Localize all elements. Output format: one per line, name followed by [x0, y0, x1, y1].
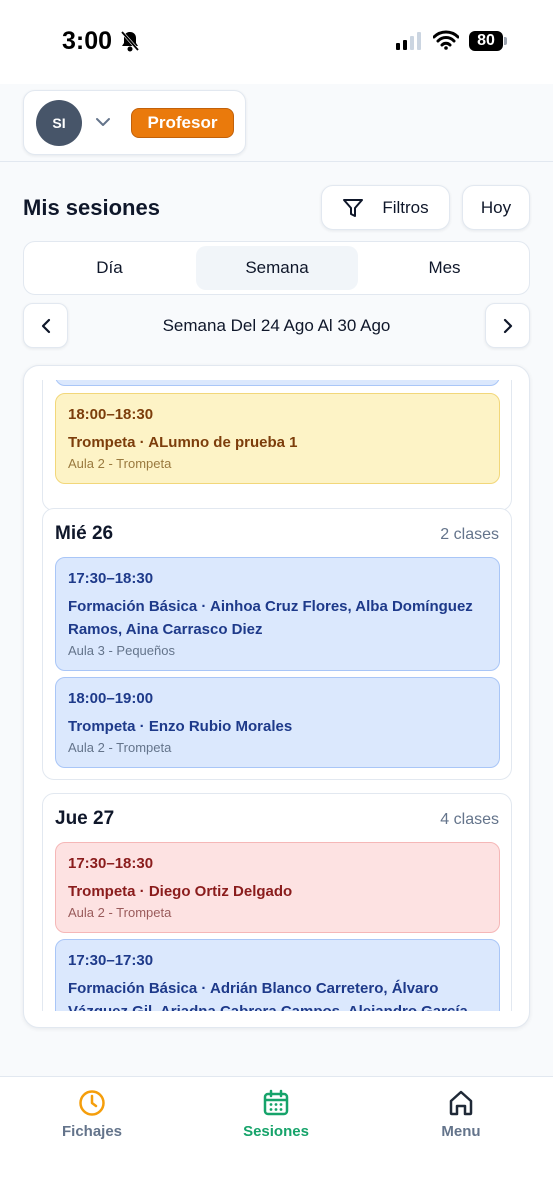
tab-menu[interactable]: Menu	[369, 1089, 553, 1149]
tab-sesiones[interactable]: Sesiones	[184, 1089, 368, 1149]
page-title: Mis sesiones	[23, 195, 160, 220]
bell-off-icon	[120, 31, 140, 52]
session-time: 18:00–19:00	[68, 690, 154, 707]
user-switcher[interactable]: SI Profesor	[23, 90, 246, 155]
day-card-thursday: Jue 27 4 clases 17:30–18:30 Trompeta · D…	[42, 793, 512, 1011]
app-header: SI Profesor	[0, 84, 553, 162]
session-time: 17:30–17:30	[68, 952, 154, 969]
tab-week[interactable]: Semana	[196, 246, 358, 290]
week-range-label: Semana Del 24 Ago Al 30 Ago	[162, 316, 391, 335]
battery-level: 80	[477, 32, 495, 49]
day-card-tuesday: 18:00–18:30 Trompeta · ALumno de prueba …	[42, 380, 512, 511]
sessions-panel[interactable]: 18:00–18:30 Trompeta · ALumno de prueba …	[23, 365, 530, 1028]
session-card[interactable]: 17:30–17:30 Formación Básica · Adrián Bl…	[55, 939, 500, 1011]
tab-month[interactable]: Mes	[362, 246, 527, 290]
session-room: Aula 2 - Trompeta	[68, 456, 172, 471]
calendar-icon	[263, 1089, 289, 1116]
session-card[interactable]: 18:00–19:00 Trompeta · Enzo Rubio Morale…	[55, 677, 500, 768]
chevron-down-icon[interactable]	[95, 114, 111, 130]
chevron-left-icon	[41, 318, 50, 333]
status-time: 3:00	[62, 27, 113, 55]
filters-button[interactable]: Filtros	[321, 185, 450, 230]
day-title: Jue 27	[55, 808, 115, 829]
tab-label: Sesiones	[243, 1123, 309, 1140]
tab-label: Menu	[441, 1123, 481, 1140]
session-description: Formación Básica · Adrián Blanco Carrete…	[68, 980, 468, 1011]
bottom-navigation: Fichajes Sesiones Menu	[0, 1076, 553, 1200]
previous-week-button[interactable]	[23, 303, 68, 348]
home-icon	[449, 1090, 473, 1116]
session-description: Trompeta · Diego Ortiz Delgado	[68, 883, 293, 900]
session-time: 18:00–18:30	[68, 406, 154, 423]
next-week-button[interactable]	[485, 303, 530, 348]
tab-label: Fichajes	[61, 1123, 123, 1140]
today-button[interactable]: Hoy	[462, 185, 530, 230]
session-card[interactable]: 17:30–18:30 Formación Básica · Ainhoa Cr…	[55, 557, 500, 671]
day-title: Mié 26	[55, 523, 114, 544]
session-card[interactable]: 18:00–18:30 Trompeta · ALumno de prueba …	[55, 393, 500, 484]
day-class-count: 4 clases	[440, 811, 499, 828]
battery-icon: 80	[469, 31, 507, 51]
filters-label: Filtros	[382, 197, 429, 217]
session-description: Trompeta · Enzo Rubio Morales	[68, 718, 293, 735]
view-switcher: Día Semana Mes	[23, 241, 530, 295]
session-card[interactable]	[55, 380, 500, 386]
signal-icon	[396, 32, 421, 50]
session-time: 17:30–18:30	[68, 855, 154, 872]
day-card-wednesday: Mié 26 2 clases 17:30–18:30 Formación Bá…	[42, 508, 512, 780]
clock-icon	[79, 1090, 105, 1116]
session-time: 17:30–18:30	[68, 570, 154, 587]
role-badge[interactable]: Profesor	[131, 108, 234, 138]
session-room: Aula 3 - Pequeños	[68, 643, 175, 658]
tab-day[interactable]: Día	[27, 246, 192, 290]
session-room: Aula 2 - Trompeta	[68, 905, 172, 920]
session-card[interactable]: 17:30–18:30 Trompeta · Diego Ortiz Delga…	[55, 842, 500, 933]
session-description: Trompeta · ALumno de prueba 1	[68, 434, 298, 451]
status-bar: 3:00 80	[0, 0, 553, 84]
sessions-scroll[interactable]: 18:00–18:30 Trompeta · ALumno de prueba …	[24, 380, 529, 1011]
chevron-right-icon	[503, 318, 512, 333]
day-class-count: 2 clases	[440, 526, 499, 543]
session-room: Aula 2 - Trompeta	[68, 740, 172, 755]
filter-icon	[343, 198, 364, 217]
session-description: Formación Básica · Ainhoa Cruz Flores, A…	[68, 598, 473, 638]
tab-fichajes[interactable]: Fichajes	[0, 1089, 184, 1149]
today-label: Hoy	[480, 197, 512, 217]
wifi-icon	[433, 30, 459, 50]
avatar[interactable]: SI	[36, 100, 82, 146]
